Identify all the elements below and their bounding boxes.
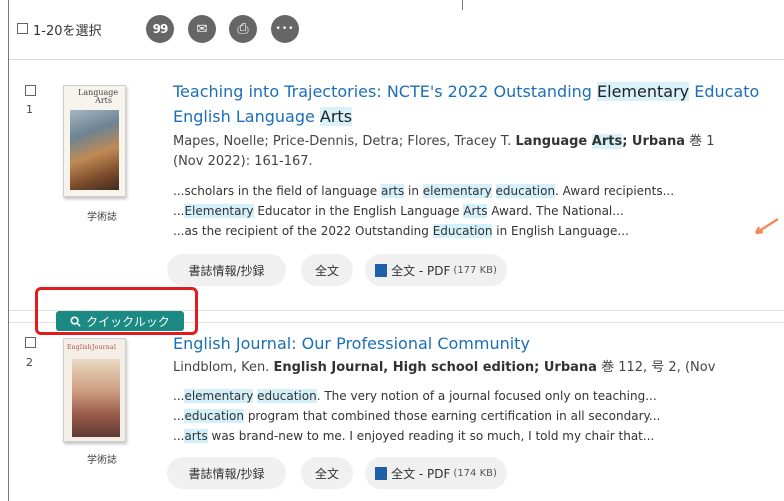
document-type: 学術誌 xyxy=(87,212,117,223)
result-citation: Mapes, Noelle; Price-Dennis, Detra; Flor… xyxy=(173,132,715,152)
pdf-size: (177 KB) xyxy=(453,264,497,276)
callout-arrow-icon xyxy=(754,217,779,235)
snippet-highlight: Elementary xyxy=(184,204,254,218)
search-icon xyxy=(70,315,81,327)
quicklook-button[interactable]: クイックルック xyxy=(56,311,184,331)
snippet-highlight: education xyxy=(495,184,556,198)
snippet-text: ... xyxy=(173,409,185,423)
print-icon: ⎙ xyxy=(237,21,249,37)
snippet-text: ... xyxy=(173,429,185,443)
snippet-line: ...education program that combined those… xyxy=(173,406,660,426)
snippet-text: ...scholars in the field of language xyxy=(173,184,381,198)
snippet-highlight: elementary xyxy=(422,184,492,198)
fulltext-label: 全文 xyxy=(314,466,339,481)
journal-name: English Journal, High school edition; Ur… xyxy=(273,360,597,375)
snippet-highlight: Education xyxy=(432,224,493,238)
result-title[interactable]: Teaching into Trajectories: NCTE's 2022 … xyxy=(173,80,759,104)
authors: Lindblom, Ken. xyxy=(173,360,274,375)
print-button[interactable]: ⎙ xyxy=(229,15,257,43)
snippet-highlight: Arts xyxy=(463,204,488,218)
snippet-text: . The very notion of a journal focused o… xyxy=(316,389,657,403)
snippet-text: ...as the recipient of the 2022 Outstand… xyxy=(173,224,433,238)
result-date-pages: (Nov 2022): 161-167. xyxy=(173,154,313,169)
email-icon: ✉ xyxy=(196,21,208,37)
title-text: Educato xyxy=(689,82,760,101)
journal-name: Language xyxy=(515,134,592,149)
snippet-line: ...elementary education. The very notion… xyxy=(173,386,657,406)
snippet-text: ... xyxy=(173,204,185,218)
snippet-text: Award. The National... xyxy=(487,204,624,218)
select-all-label: 1-20を選択 xyxy=(33,24,102,39)
cite-button[interactable]: 99 xyxy=(146,15,174,43)
cover-title: Language Arts xyxy=(78,88,119,105)
pdf-label: 全文 - PDF xyxy=(391,263,451,278)
snippet-text: program that combined those earning cert… xyxy=(244,409,661,423)
snippet-text: in English Language... xyxy=(492,224,629,238)
result-citation: Lindblom, Ken. English Journal, High sch… xyxy=(173,358,715,378)
cover-image xyxy=(70,110,119,190)
cover-title: EnglishJournal xyxy=(67,344,117,351)
title-text: Teaching into Trajectories: NCTE's 2022 … xyxy=(173,82,598,101)
top-divider xyxy=(462,0,463,10)
pdf-link-button[interactable]: 全文 - PDF (177 KB) xyxy=(365,254,507,286)
result-title[interactable]: English Journal: Our Professional Commun… xyxy=(173,332,530,356)
snippet-text: was brand-new to me. I enjoyed reading i… xyxy=(207,429,655,443)
result-item-1: 1 Language Arts 学術誌 Teaching into Trajec… xyxy=(9,60,784,310)
result-checkbox[interactable] xyxy=(25,85,36,96)
snippet-highlight: elementary xyxy=(184,389,254,403)
abstract-link-button[interactable]: 書誌情報/抄録 xyxy=(167,457,286,489)
abstract-link-button[interactable]: 書誌情報/抄録 xyxy=(167,254,286,286)
title-text: English Language xyxy=(173,107,320,126)
result-checkbox[interactable] xyxy=(25,337,36,348)
result-title-cont[interactable]: English Language Arts xyxy=(173,105,353,129)
snippet-line: ...arts was brand-new to me. I enjoyed r… xyxy=(173,426,654,446)
journal-cover-thumbnail[interactable]: Language Arts xyxy=(63,85,126,197)
snippet-text: ... xyxy=(173,389,185,403)
title-highlight: Elementary xyxy=(597,82,690,101)
more-actions-button[interactable]: ••• xyxy=(271,15,299,43)
snippet-line: ...as the recipient of the 2022 Outstand… xyxy=(173,221,629,241)
authors: Mapes, Noelle; Price-Dennis, Detra; Flor… xyxy=(173,134,516,149)
volume: 巻 112, 号 2, (Nov xyxy=(596,360,716,375)
snippet-highlight: arts xyxy=(184,429,208,443)
snippet-highlight: education xyxy=(257,389,317,403)
pdf-label: 全文 - PDF xyxy=(391,466,451,481)
fulltext-label: 全文 xyxy=(314,263,339,278)
quicklook-label: クイックルック xyxy=(86,314,170,329)
snippet-text xyxy=(492,184,496,198)
document-type: 学術誌 xyxy=(87,455,117,466)
snippet-text: . Award recipients... xyxy=(555,184,675,198)
result-number: 1 xyxy=(26,103,33,116)
snippet-text: Educator in the English Language xyxy=(253,204,464,218)
email-button[interactable]: ✉ xyxy=(188,15,216,43)
cover-image xyxy=(72,359,120,437)
pdf-link-button[interactable]: 全文 - PDF (174 KB) xyxy=(365,457,507,489)
results-page: 1-20を選択 99 ✉ ⎙ ••• 1 Language Arts 学術誌 T… xyxy=(0,0,784,501)
pdf-icon xyxy=(375,466,388,480)
result-item-2: 2 EnglishJournal 学術誌 English Journal: Ou… xyxy=(9,322,784,501)
quote-icon: 99 xyxy=(152,22,169,36)
fulltext-link-button[interactable]: 全文 xyxy=(301,254,353,286)
pdf-icon xyxy=(375,263,388,277)
abstract-label: 書誌情報/抄録 xyxy=(188,263,265,278)
result-number: 2 xyxy=(26,356,33,369)
snippet-text: in xyxy=(404,184,423,198)
more-icon: ••• xyxy=(275,24,295,34)
snippet-line: ...scholars in the field of language art… xyxy=(173,181,674,201)
volume: 巻 1 xyxy=(685,134,715,149)
pdf-size: (174 KB) xyxy=(453,467,497,479)
snippet-highlight: arts xyxy=(380,184,405,198)
snippet-line: ...Elementary Educator in the English La… xyxy=(173,201,624,221)
journal-highlight: Arts xyxy=(591,134,623,149)
journal-cover-thumbnail[interactable]: EnglishJournal xyxy=(63,338,126,442)
snippet-highlight: education xyxy=(184,409,244,423)
fulltext-link-button[interactable]: 全文 xyxy=(301,457,353,489)
select-all-checkbox[interactable] xyxy=(17,23,28,34)
title-highlight: Arts xyxy=(319,107,353,126)
abstract-label: 書誌情報/抄録 xyxy=(188,466,265,481)
publisher-place: ; Urbana xyxy=(622,134,686,149)
